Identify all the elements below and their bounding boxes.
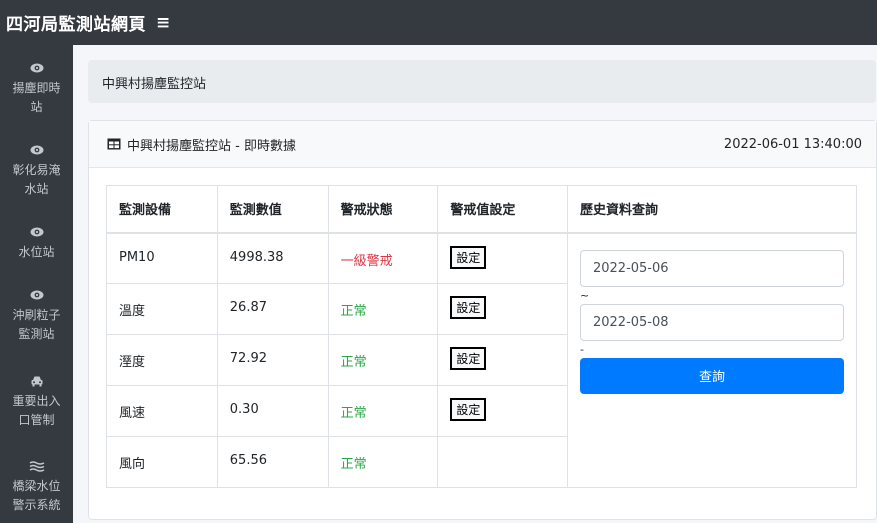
top-navbar: 四河局監測站網頁 ≡ — [0, 0, 877, 45]
column-header: 警戒狀態 — [327, 185, 439, 234]
value-cell: 0.30 — [216, 385, 329, 437]
sidebar-item-entrance-control[interactable]: 重要出入口管制 — [0, 374, 73, 430]
end-date-input[interactable] — [579, 303, 844, 341]
breadcrumb-text: 中興村揚塵監控站 — [102, 77, 207, 92]
status-cell: 正常 — [327, 334, 439, 386]
card-header: 中興村揚塵監控站 - 即時數據 2022-06-01 13:40:00 — [89, 121, 876, 168]
card-title: 中興村揚塵監控站 - 即時數據 — [127, 138, 296, 154]
column-header: 警戒值設定 — [437, 185, 568, 234]
table-icon — [107, 138, 121, 150]
eye-icon — [0, 225, 73, 241]
value-cell: 4998.38 — [216, 232, 329, 284]
sidebar-item-label: 重要出入口管制 — [12, 394, 61, 427]
set-threshold-button[interactable]: 設定 — [450, 398, 487, 421]
sidebar-item-label: 橋梁水位警示系統 — [12, 479, 61, 512]
history-query-cell: ~ - 查詢 — [566, 232, 858, 488]
sidebar-item-dust-station[interactable]: 揚塵即時站 — [0, 61, 73, 117]
after-separator: - — [579, 342, 584, 356]
sidebar-item-label: 彰化易淹水站 — [12, 163, 61, 196]
set-threshold-button[interactable]: 設定 — [450, 245, 487, 269]
value-cell: 65.56 — [216, 436, 329, 488]
sidebar-item-scour-particle[interactable]: 沖刷粒子監測站 — [0, 288, 73, 344]
realtime-data-card: 中興村揚塵監控站 - 即時數據 2022-06-01 13:40:00 監測設備… — [88, 120, 877, 520]
site-title: 四河局監測站網頁 — [6, 15, 146, 35]
table-header-row: 監測設備 監測數值 警戒狀態 警戒值設定 歷史資料查詢 — [106, 185, 858, 234]
setting-cell: 設定 — [437, 283, 568, 335]
column-header: 歷史資料查詢 — [566, 185, 858, 234]
device-cell: 溫度 — [106, 283, 218, 335]
device-cell: 風速 — [106, 385, 218, 437]
value-cell: 72.92 — [216, 334, 329, 386]
column-header: 監測設備 — [106, 185, 218, 234]
device-cell: PM10 — [106, 232, 218, 284]
table-row: PM10 4998.38 一級警戒 設定 ~ - 查詢 — [106, 232, 858, 488]
sidebar-item-label: 揚塵即時站 — [12, 81, 61, 114]
device-cell: 風向 — [106, 436, 218, 488]
sidebar: 揚塵即時站 彰化易淹水站 水位站 沖刷粒子監測站 重要出入口管制 橋梁水位警示系… — [0, 45, 73, 523]
setting-cell: 設定 — [437, 232, 568, 284]
status-cell: 一級警戒 — [327, 232, 439, 284]
car-icon — [0, 374, 73, 390]
device-cell: 溼度 — [106, 334, 218, 386]
range-separator: ~ — [579, 288, 590, 302]
sidebar-item-label: 沖刷粒子監測站 — [12, 308, 61, 341]
breadcrumb: 中興村揚塵監控站 — [88, 60, 876, 103]
eye-icon — [0, 143, 73, 159]
setting-cell: 設定 — [437, 334, 568, 386]
set-threshold-button[interactable]: 設定 — [450, 347, 487, 370]
start-date-input[interactable] — [579, 249, 844, 287]
data-timestamp: 2022-06-01 13:40:00 — [723, 136, 862, 152]
set-threshold-button[interactable]: 設定 — [450, 296, 487, 319]
query-button[interactable]: 查詢 — [579, 357, 844, 394]
status-cell: 正常 — [327, 385, 439, 437]
column-header: 監測數值 — [216, 185, 329, 234]
setting-cell: 設定 — [437, 385, 568, 437]
setting-cell — [437, 436, 568, 488]
status-cell: 正常 — [327, 283, 439, 335]
water-icon — [0, 459, 73, 475]
sidebar-item-label: 水位站 — [18, 245, 55, 259]
value-cell: 26.87 — [216, 283, 329, 335]
sidebar-item-bridge-warning[interactable]: 橋梁水位警示系統 — [0, 459, 73, 515]
menu-toggle-icon[interactable]: ≡ — [156, 13, 170, 33]
status-cell: 正常 — [327, 436, 439, 488]
sidebar-item-flood-station[interactable]: 彰化易淹水站 — [0, 143, 73, 199]
eye-icon — [0, 288, 73, 304]
sidebar-item-water-level[interactable]: 水位站 — [0, 225, 73, 262]
eye-icon — [0, 61, 73, 77]
monitoring-table: 監測設備 監測數值 警戒狀態 警戒值設定 歷史資料查詢 PM10 4998.38… — [106, 185, 858, 488]
